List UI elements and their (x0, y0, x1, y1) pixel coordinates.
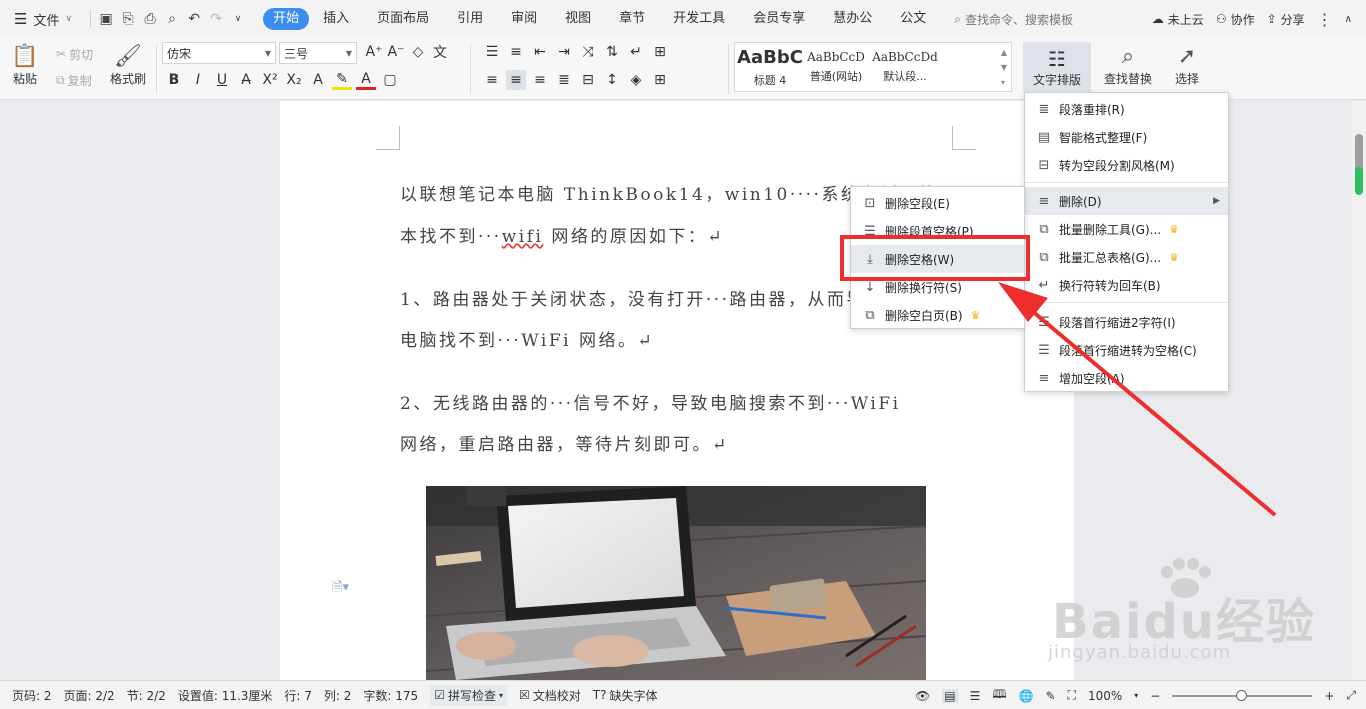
checkbox-icon: ☒ (518, 688, 530, 702)
outline-view-icon[interactable]: ☰ (970, 689, 981, 703)
baidu-jingyan-watermark: Baidu经验 jingyan.baidu.com (1040, 558, 1340, 680)
zoom-out-icon[interactable]: − (1150, 689, 1160, 703)
spell-check-label: 拼写检查 (447, 688, 496, 703)
fit-window-icon[interactable]: ⛶ (1068, 688, 1076, 703)
font-warning-icon: T? (592, 688, 607, 702)
write-mode-icon[interactable]: ✎ (1045, 689, 1055, 703)
missing-font-label: 缺失字体 (609, 688, 658, 703)
spell-check-button[interactable]: ☑ 拼写检查 ▾ (430, 684, 507, 706)
section-count[interactable]: 节: 2/2 (127, 687, 166, 704)
doc-check-label: 文档校对 (532, 688, 581, 703)
page-code[interactable]: 页码: 2 (12, 687, 52, 704)
col-number: 列: 2 (323, 688, 352, 703)
zoom-slider-knob[interactable] (1236, 689, 1248, 701)
doc-check-button[interactable]: ☒ 文档校对 (519, 687, 581, 704)
view-controls: 👁 ▤ ☰ 🕮 🌐 ✎ ⛶ 100% ▾ − + ⤢ (915, 681, 1356, 709)
reading-view-icon[interactable]: 🕮 (992, 685, 1006, 706)
page-count[interactable]: 页面: 2/2 (64, 687, 115, 704)
eye-protection-icon[interactable]: 👁 (915, 689, 930, 703)
web-view-icon[interactable]: 🌐 (1019, 689, 1034, 703)
missing-font-button[interactable]: T? 缺失字体 (593, 687, 658, 704)
word-count[interactable]: 字数: 175 (363, 687, 418, 704)
chevron-down-icon: ▾ (498, 690, 503, 700)
chevron-down-icon[interactable]: ▾ (1134, 691, 1138, 700)
checkbox-icon: ☑ (434, 688, 445, 702)
expand-icon[interactable]: ⤢ (1346, 688, 1356, 703)
setting-value[interactable]: 设置值: 11.3厘米 (178, 687, 273, 704)
zoom-level[interactable]: 100% (1088, 689, 1122, 703)
row-number: 行: 7 (284, 688, 312, 703)
page-view-icon[interactable]: ▤ (942, 688, 958, 703)
watermark-url: jingyan.baidu.com (1048, 642, 1232, 663)
status-bar: 页码: 2 页面: 2/2 节: 2/2 设置值: 11.3厘米 行: 7 列:… (0, 680, 1366, 709)
zoom-in-icon[interactable]: + (1324, 689, 1334, 703)
zoom-slider[interactable] (1172, 689, 1313, 701)
